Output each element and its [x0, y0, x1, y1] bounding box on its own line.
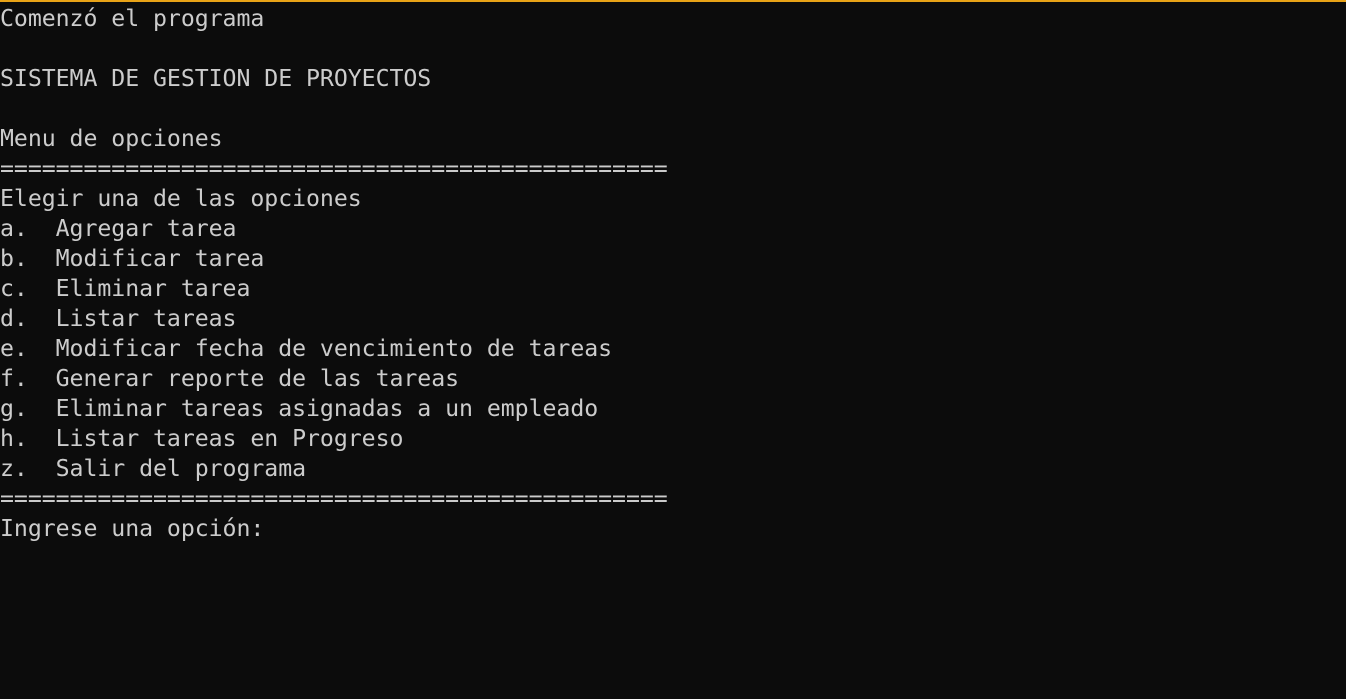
- console-output[interactable]: Comenzó el programa SISTEMA DE GESTION DE…: [0, 2, 1346, 544]
- menu-option-g: g. Eliminar tareas asignadas a un emplea…: [0, 395, 599, 422]
- menu-option-b: b. Modificar tarea: [0, 245, 265, 272]
- program-start-line: Comenzó el programa: [0, 5, 265, 32]
- menu-option-z: z. Salir del programa: [0, 455, 307, 482]
- menu-option-f: f. Generar reporte de las tareas: [0, 365, 460, 392]
- menu-option-d: d. Listar tareas: [0, 305, 237, 332]
- instruction-line: Elegir una de las opciones: [0, 185, 362, 212]
- menu-option-h: h. Listar tareas en Progreso: [0, 425, 404, 452]
- separator-bottom: ========================================…: [0, 485, 668, 512]
- system-title: SISTEMA DE GESTION DE PROYECTOS: [0, 65, 432, 92]
- input-prompt[interactable]: Ingrese una opción:: [0, 514, 1346, 544]
- menu-option-e: e. Modificar fecha de vencimiento de tar…: [0, 335, 613, 362]
- separator-top: ========================================…: [0, 155, 668, 182]
- menu-heading: Menu de opciones: [0, 125, 223, 152]
- menu-option-a: a. Agregar tarea: [0, 215, 237, 242]
- menu-option-c: c. Eliminar tarea: [0, 275, 251, 302]
